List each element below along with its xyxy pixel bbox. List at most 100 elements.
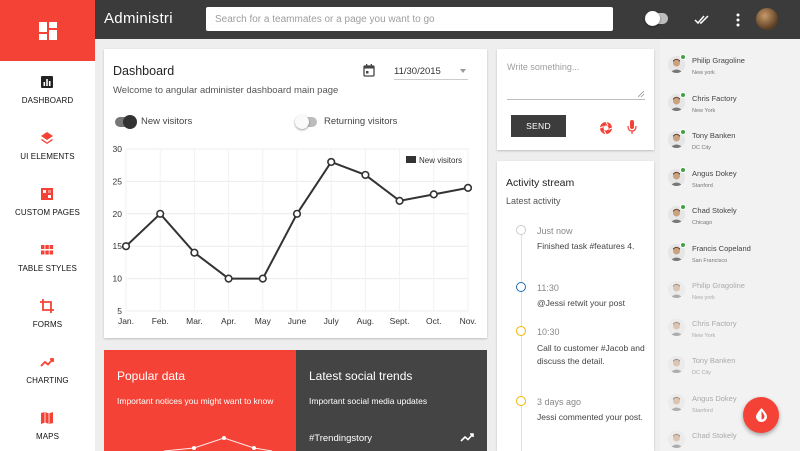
done-all-icon[interactable] <box>693 11 711 29</box>
contact-item[interactable]: Chad Stokely <box>660 426 800 451</box>
contact-name: Philip Gragoline <box>692 281 745 290</box>
trending-tag[interactable]: #Trendingstory <box>309 433 372 444</box>
contact-location: Stanford <box>692 182 713 189</box>
resize-handle-icon[interactable] <box>638 91 644 97</box>
contact-location: New york <box>692 70 715 76</box>
x-tick-label: Feb. <box>152 316 169 326</box>
data-point[interactable] <box>361 170 370 180</box>
y-tick-label: 15 <box>113 241 123 251</box>
map-icon <box>41 412 53 424</box>
x-tick-label: Jan. <box>118 316 134 326</box>
data-point[interactable] <box>156 209 165 218</box>
contact-name: Francis Copeland <box>692 243 751 253</box>
contact-name: Chad Stokely <box>692 206 737 215</box>
sidebar-item-ui-elements[interactable]: UI ELEMENTS <box>0 131 95 187</box>
camera-icon[interactable] <box>599 121 613 135</box>
contact-item[interactable]: Angus Dokey Stanford <box>660 389 800 426</box>
logo[interactable] <box>0 0 95 61</box>
y-tick-label: 25 <box>113 176 123 186</box>
x-tick-label: Nov. <box>460 316 477 326</box>
online-status-badge <box>680 129 686 135</box>
grid-icon <box>41 245 54 255</box>
sidebar-item-dashboard[interactable]: DASHBOARD <box>0 75 95 131</box>
search-input[interactable] <box>206 7 613 31</box>
compose-card: Write something... SEND <box>497 49 654 150</box>
data-point[interactable] <box>190 248 199 257</box>
data-point[interactable] <box>463 183 473 192</box>
theme-toggle[interactable] <box>645 11 668 26</box>
timeline-dot <box>516 225 526 235</box>
timeline-dot <box>516 282 526 292</box>
trending-up-icon <box>460 433 474 442</box>
contacts-panel: Philip Gragoline New york Chris Factory New… <box>660 39 800 451</box>
contact-location: Chicago <box>692 220 713 226</box>
sidebar: DASHBOARD UI ELEMENTS CUSTOM PAGES TABLE… <box>0 39 95 451</box>
contact-item[interactable]: Francis Copeland San Francisco <box>660 239 800 276</box>
x-tick-label: May <box>255 316 272 326</box>
x-tick-label: Oct. <box>426 316 442 326</box>
data-point[interactable] <box>429 190 438 199</box>
user-avatar[interactable] <box>756 8 778 30</box>
contact-location: New York <box>692 107 716 114</box>
timeline-dot <box>516 326 526 336</box>
activity-subtitle: Latest activity <box>506 196 561 206</box>
contact-item[interactable]: Chad Stokely Chicago <box>660 201 800 238</box>
crop-icon <box>40 299 54 313</box>
contact-avatar <box>668 318 685 336</box>
contact-item[interactable]: Angus Dokey Stanford <box>660 164 800 201</box>
contact-name: Tony Banken <box>692 356 736 365</box>
contact-name: Philip Gragoline <box>692 56 745 65</box>
contact-avatar <box>668 393 685 411</box>
contact-item[interactable]: Chris Factory New York <box>660 314 800 351</box>
sidebar-item-forms[interactable]: FORMS <box>0 299 95 355</box>
contact-item[interactable]: Chris Factory New York <box>660 89 800 126</box>
contact-item[interactable]: Tony Banken DC City <box>660 126 800 163</box>
trending-icon <box>40 358 54 367</box>
online-status-badge <box>680 204 686 210</box>
timeline-dot <box>516 396 526 406</box>
contact-location: DC City <box>692 370 711 376</box>
y-tick-label: 20 <box>113 209 123 219</box>
x-tick-label: July <box>324 316 340 326</box>
microphone-icon[interactable] <box>627 120 637 135</box>
online-status-badge <box>680 166 686 173</box>
data-point[interactable] <box>395 196 404 205</box>
activity-stream-card: Activity stream Latest activity Just now… <box>497 161 654 451</box>
sidebar-item-charting[interactable]: CHARTING <box>0 355 95 411</box>
sidebar-item-custom-pages[interactable]: CUSTOM PAGES <box>0 187 95 243</box>
x-tick-label: Aug. <box>357 316 375 326</box>
chart-icon <box>41 76 53 88</box>
data-point[interactable] <box>121 242 131 251</box>
data-point[interactable] <box>327 157 336 167</box>
sidebar-item-maps[interactable]: MAPS <box>0 411 95 451</box>
app-title: Administri <box>104 10 173 27</box>
contact-name: Angus Dokey <box>692 168 737 178</box>
x-tick-label: Apr. <box>221 316 236 326</box>
contact-item[interactable]: Philip Gragoline New york <box>660 51 800 88</box>
contact-item[interactable]: Tony Banken DC City <box>660 351 800 388</box>
legend-label: New visitors <box>419 156 462 165</box>
sidebar-item-table-styles[interactable]: TABLE STYLES <box>0 243 95 299</box>
y-tick-label: 30 <box>113 144 123 154</box>
legend-swatch <box>406 156 416 163</box>
data-point[interactable] <box>258 274 267 283</box>
floating-action-button[interactable] <box>743 397 779 433</box>
social-title: Latest social trends <box>309 369 413 383</box>
contact-location: New York <box>692 332 716 339</box>
top-bar: Administri <box>0 0 800 39</box>
popular-data-tile: Popular data Important notices you might… <box>104 350 296 451</box>
online-status-badge <box>680 241 686 248</box>
y-tick-label: 10 <box>113 274 123 284</box>
online-status-badge <box>680 91 686 98</box>
data-point[interactable] <box>224 274 233 283</box>
contact-location: DC City <box>692 145 711 151</box>
data-point[interactable] <box>292 209 302 218</box>
compose-input[interactable]: Write something... <box>507 62 579 72</box>
more-vert-icon[interactable] <box>729 11 747 29</box>
contact-location: San Francisco <box>692 257 728 264</box>
contact-name: Chris Factory <box>692 318 737 328</box>
send-button[interactable]: SEND <box>511 115 566 137</box>
social-subtitle: Important social media updates <box>309 396 428 406</box>
x-tick-label: Mar. <box>186 316 203 326</box>
contact-item[interactable]: Philip Gragoline New york <box>660 276 800 313</box>
